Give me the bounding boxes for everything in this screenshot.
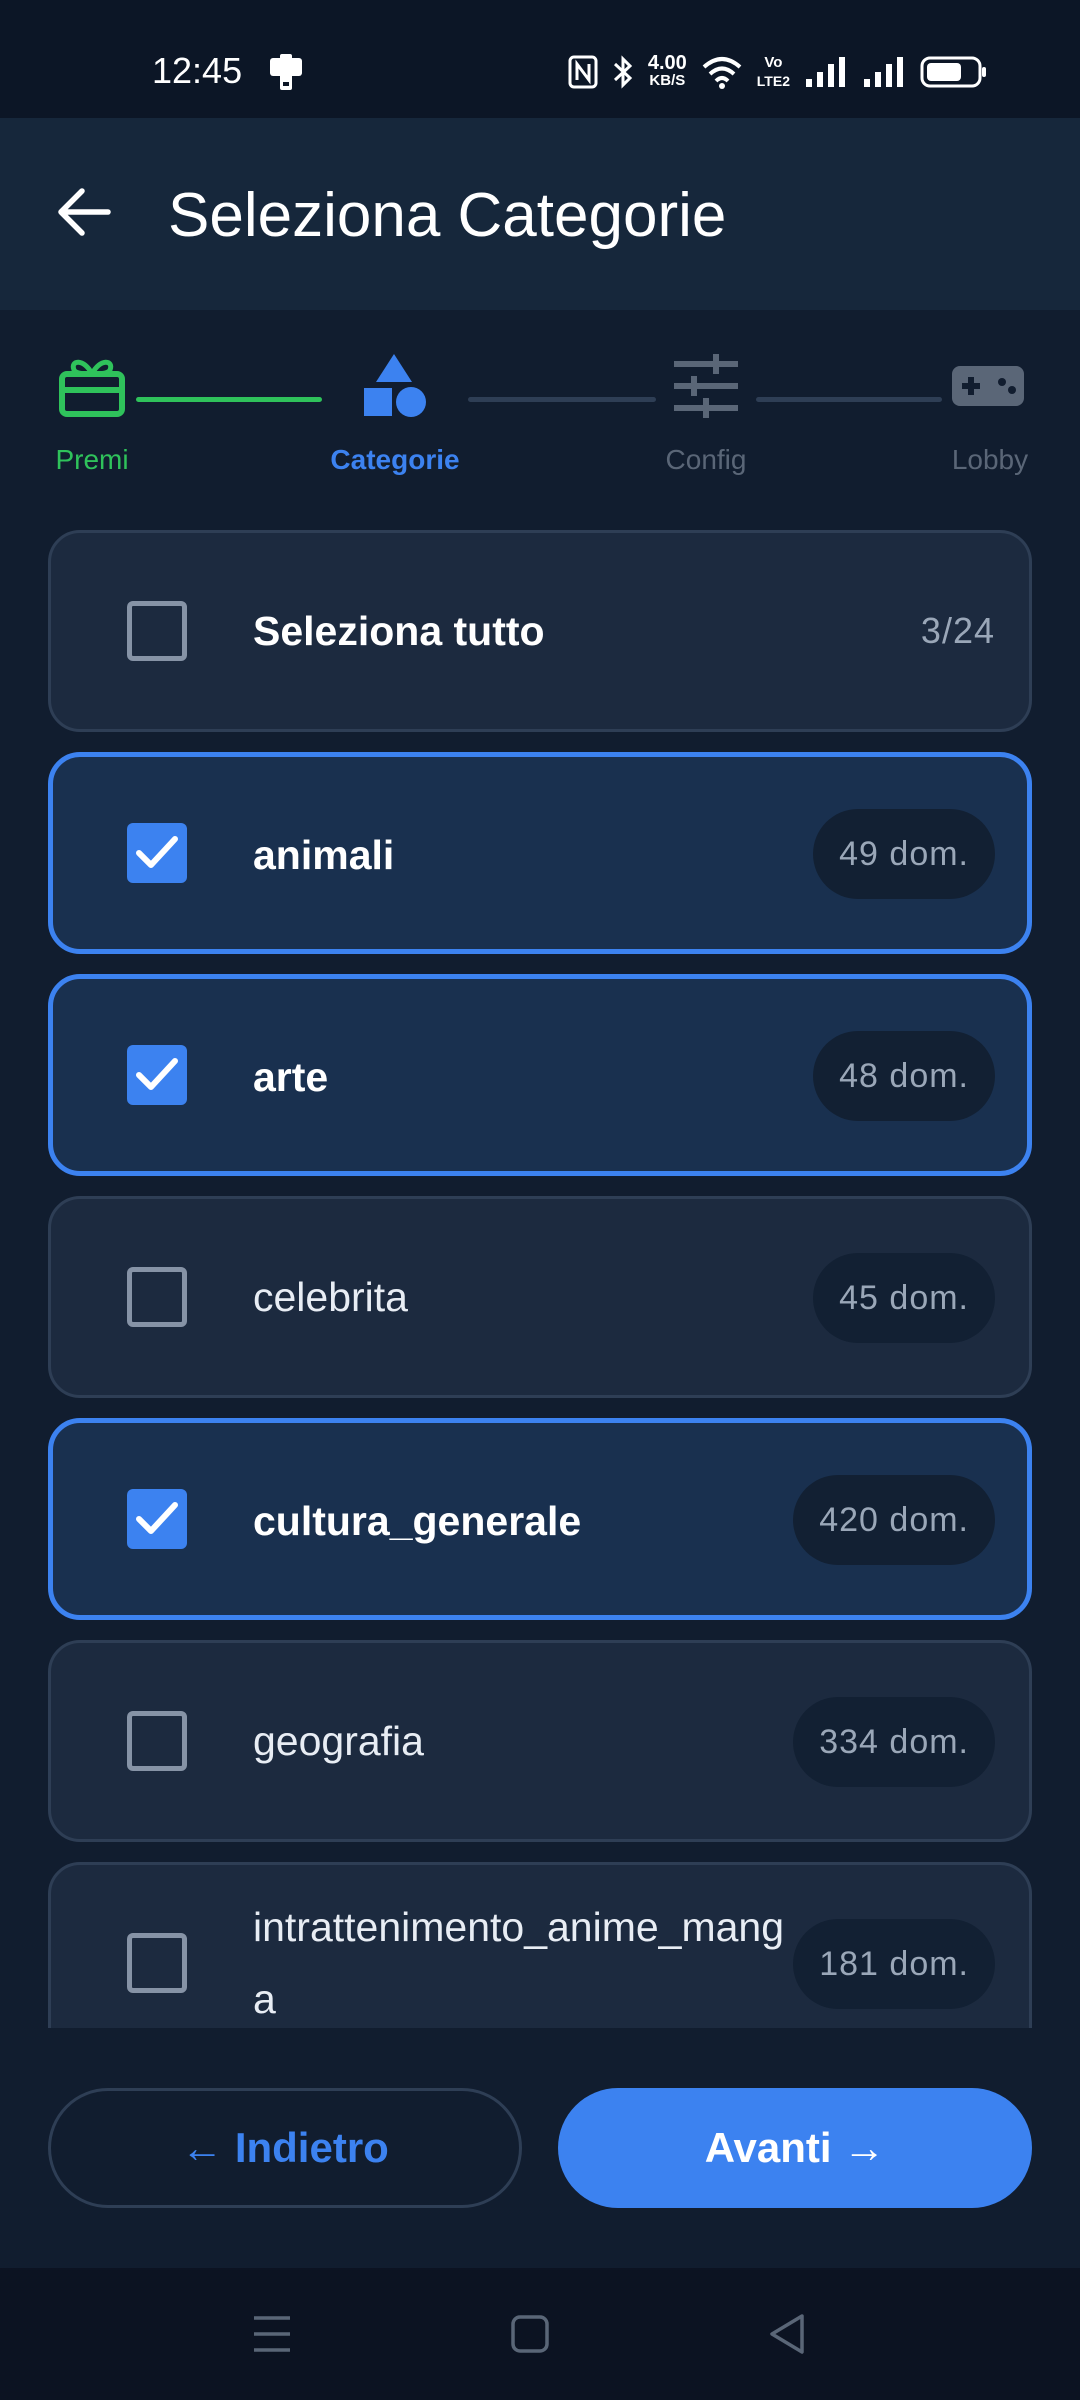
signal-icon-1	[806, 57, 845, 87]
menu-icon[interactable]	[252, 2308, 292, 2360]
category-checkbox[interactable]	[127, 823, 187, 883]
gamepad-icon	[952, 366, 1024, 406]
category-count-badge: 49 dom.	[813, 809, 995, 899]
category-row-celebrita[interactable]: celebrita 45 dom.	[48, 1196, 1032, 1398]
back-arrow-button[interactable]	[48, 176, 120, 248]
network-speed-unit: KB/S	[649, 72, 686, 89]
volte-bottom: LTE2	[756, 73, 790, 89]
progress-stepper: Premi Categorie Config Lobby	[0, 340, 1080, 490]
status-bar: 12:45 4.00 KB/S Vo LTE2	[0, 0, 1080, 118]
step-connector-3	[756, 397, 942, 402]
back-triangle-icon[interactable]	[768, 2308, 808, 2360]
volte-top: Vo	[764, 54, 783, 71]
category-count-badge: 181 dom.	[793, 1919, 995, 2009]
category-checkbox[interactable]	[127, 1045, 187, 1105]
category-count-badge: 45 dom.	[813, 1253, 995, 1343]
check-icon	[136, 1058, 178, 1090]
page-title: Seleziona Categorie	[168, 181, 727, 250]
select-all-checkbox[interactable]	[127, 601, 187, 661]
step-label-premi: Premi	[55, 444, 129, 475]
category-row-cultura-generale[interactable]: cultura_generale 420 dom.	[48, 1418, 1032, 1620]
wifi-icon	[702, 57, 742, 89]
step-label-categorie: Categorie	[330, 444, 460, 475]
back-button[interactable]: ← Indietro	[48, 2088, 522, 2208]
category-checkbox[interactable]	[127, 1267, 187, 1327]
category-label: celebrita	[253, 1273, 408, 1320]
arrow-left-icon	[58, 188, 111, 236]
select-all-row[interactable]: Seleziona tutto 3/24	[48, 530, 1032, 732]
category-count-badge: 420 dom.	[793, 1475, 995, 1565]
home-icon[interactable]	[510, 2308, 550, 2360]
nfc-icon	[568, 55, 598, 89]
phone-notification-icon	[270, 54, 302, 90]
check-icon	[136, 1502, 178, 1534]
battery-icon	[920, 56, 986, 88]
category-row-animali[interactable]: animali 49 dom.	[48, 752, 1032, 954]
selected-count: 3/24	[920, 610, 995, 651]
bluetooth-icon	[613, 55, 633, 89]
check-icon	[136, 836, 178, 868]
step-label-config: Config	[665, 444, 747, 475]
gift-icon	[59, 359, 125, 417]
category-count-badge: 48 dom.	[813, 1031, 995, 1121]
category-label: cultura_generale	[253, 1497, 582, 1544]
status-icons: 4.00 KB/S Vo LTE2	[568, 48, 988, 96]
step-connector-1	[136, 397, 322, 402]
shapes-icon	[364, 354, 426, 417]
category-checkbox[interactable]	[127, 1711, 187, 1771]
system-navigation-bar	[0, 2268, 1080, 2400]
step-label-lobby: Lobby	[951, 444, 1029, 475]
category-row-intrattenimento-anime-manga[interactable]: intrattenimento_anime_manga 181 dom.	[48, 1862, 1032, 2028]
network-speed: 4.00 KB/S	[647, 52, 687, 90]
category-count-badge: 334 dom.	[793, 1697, 995, 1787]
network-speed-value: 4.00	[647, 52, 687, 74]
select-all-label: Seleziona tutto	[253, 607, 545, 654]
category-label: intrattenimento_anime_manga	[253, 1904, 785, 2022]
app-bar: Seleziona Categorie	[0, 118, 1080, 310]
category-checkbox[interactable]	[127, 1933, 187, 1993]
category-row-arte[interactable]: arte 48 dom.	[48, 974, 1032, 1176]
bottom-action-bar: ← Indietro Avanti →	[0, 2028, 1080, 2268]
next-button[interactable]: Avanti →	[558, 2088, 1032, 2208]
category-label: animali	[253, 831, 395, 878]
status-time: 12:45	[152, 50, 243, 91]
volte-indicator: Vo LTE2	[757, 54, 790, 90]
sliders-icon	[674, 354, 738, 418]
category-row-geografia[interactable]: geografia 334 dom.	[48, 1640, 1032, 1842]
category-checkbox[interactable]	[127, 1489, 187, 1549]
category-label: arte	[253, 1053, 329, 1100]
step-connector-2	[468, 397, 656, 402]
signal-icon-2	[864, 57, 903, 87]
category-list: Seleziona tutto 3/24 animali 49 dom. art…	[0, 530, 1080, 2028]
category-label: geografia	[253, 1717, 424, 1764]
